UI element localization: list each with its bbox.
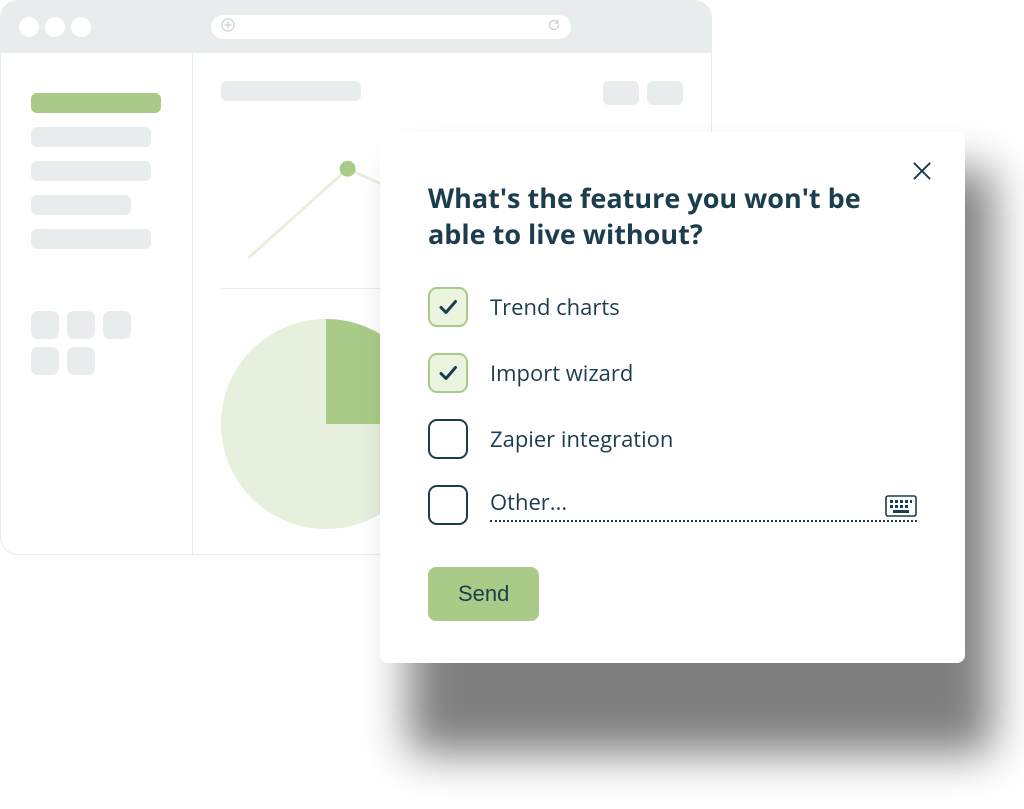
window-dot <box>45 17 65 37</box>
checkbox-other[interactable] <box>428 485 468 525</box>
survey-options: Trend charts Import wizard Zapier integr… <box>428 287 917 525</box>
survey-option: Zapier integration <box>428 419 917 459</box>
button-skeleton <box>647 81 683 105</box>
sidebar-item-skeleton <box>31 93 161 113</box>
button-skeleton <box>603 81 639 105</box>
grid-item-skeleton <box>67 347 95 375</box>
check-icon <box>436 295 460 319</box>
checkbox-trend-charts[interactable] <box>428 287 468 327</box>
grid-item-skeleton <box>103 311 131 339</box>
other-label: Other... <box>490 487 567 517</box>
survey-question: What's the feature you won't be able to … <box>428 180 868 253</box>
heading-skeleton <box>221 81 361 101</box>
option-label: Trend charts <box>490 292 620 322</box>
survey-modal: What's the feature you won't be able to … <box>380 132 965 663</box>
keyboard-icon <box>885 495 917 517</box>
sidebar-item-skeleton <box>31 161 151 181</box>
option-label: Import wizard <box>490 358 633 388</box>
plus-icon <box>221 18 235 37</box>
browser-chrome <box>1 1 711 53</box>
window-dot <box>19 17 39 37</box>
checkbox-zapier-integration[interactable] <box>428 419 468 459</box>
other-input-row[interactable]: Other... <box>490 487 917 522</box>
sidebar-item-skeleton <box>31 127 151 147</box>
survey-option: Import wizard <box>428 353 917 393</box>
grid-item-skeleton <box>31 311 59 339</box>
send-button[interactable]: Send <box>428 567 539 621</box>
close-button[interactable] <box>909 158 935 184</box>
survey-option: Trend charts <box>428 287 917 327</box>
window-controls <box>19 17 91 37</box>
sidebar-skeleton <box>1 53 193 554</box>
survey-option-other: Other... <box>428 485 917 525</box>
window-dot <box>71 17 91 37</box>
grid-item-skeleton <box>67 311 95 339</box>
option-label: Zapier integration <box>490 424 673 454</box>
checkbox-import-wizard[interactable] <box>428 353 468 393</box>
refresh-icon <box>547 18 561 37</box>
check-icon <box>436 361 460 385</box>
sidebar-item-skeleton <box>31 195 131 215</box>
sidebar-item-skeleton <box>31 229 151 249</box>
address-bar <box>211 15 571 39</box>
grid-item-skeleton <box>31 347 59 375</box>
